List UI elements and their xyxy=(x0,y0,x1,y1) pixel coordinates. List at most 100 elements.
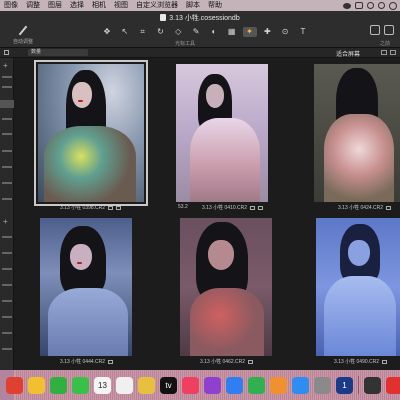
photo-thumbnail[interactable] xyxy=(316,218,400,356)
pages-icon[interactable] xyxy=(270,376,287,394)
menu-item-image[interactable]: 图像 xyxy=(0,0,22,11)
sidebar-item[interactable] xyxy=(2,316,12,318)
sidebar-item[interactable] xyxy=(2,198,12,200)
rating-badge-icon[interactable] xyxy=(108,206,114,210)
finder-icon[interactable] xyxy=(6,376,23,394)
photo-thumbnail[interactable] xyxy=(314,64,400,202)
rating-badge-icon[interactable] xyxy=(382,360,388,364)
notes-icon[interactable] xyxy=(138,376,155,394)
settings-icon[interactable] xyxy=(314,376,331,394)
fullscreen-icon[interactable] xyxy=(390,50,396,55)
photo-thumbnail[interactable] xyxy=(38,64,144,202)
keystone-tool-icon[interactable]: ◇ xyxy=(171,27,185,37)
photo-thumbnail[interactable] xyxy=(176,64,268,202)
dock-separator xyxy=(358,376,359,394)
sidebar-item[interactable] xyxy=(2,284,12,286)
sidebar-item-selected[interactable] xyxy=(0,100,14,108)
sidebar-item[interactable] xyxy=(2,332,12,334)
wechat-icon[interactable] xyxy=(343,2,351,9)
menu-item-layers[interactable]: 图层 xyxy=(44,0,66,11)
auto-adjust-label: 自动调整 xyxy=(12,39,33,45)
dock: 13 tv 1 xyxy=(0,370,400,400)
filmstrip-icon[interactable] xyxy=(381,50,387,55)
thumbnail-cell[interactable]: 3.13 小牲 0398.CR2 xyxy=(34,60,148,212)
sort-select[interactable]: 数量 xyxy=(28,49,88,56)
crop-tool-icon[interactable]: ⌗ xyxy=(136,27,150,37)
menu-item-select[interactable]: 选择 xyxy=(66,0,88,11)
before-after-group xyxy=(370,25,394,35)
sidebar-item[interactable] xyxy=(2,252,12,254)
facetime-icon[interactable] xyxy=(50,376,67,394)
rotate-tool-icon[interactable]: ↻ xyxy=(153,27,167,37)
messages-icon[interactable] xyxy=(72,376,89,394)
photo-thumbnail[interactable] xyxy=(40,218,132,356)
document-title: 3.13 小牲.cosessiondb xyxy=(0,13,400,23)
rating-badge-icon[interactable] xyxy=(108,360,114,364)
calendar-icon[interactable]: 13 xyxy=(94,376,111,394)
rating-badge-icon[interactable] xyxy=(386,206,392,210)
sidebar-item[interactable] xyxy=(2,150,12,152)
ring-icon[interactable] xyxy=(389,1,397,10)
menu-item-custom-browser[interactable]: 自定义浏览器 xyxy=(132,0,182,11)
photo-thumbnail[interactable] xyxy=(180,218,272,356)
sidebar-item[interactable] xyxy=(2,268,12,270)
auto-adjust-button[interactable]: 自动调整 xyxy=(8,25,38,45)
select-tool-icon[interactable]: ↖ xyxy=(118,27,132,37)
appstore-icon[interactable] xyxy=(292,376,309,394)
heal-tool-icon[interactable]: ✚ xyxy=(260,27,274,37)
thumbnail-cell[interactable]: 3.13 小牲 0490.CR2 xyxy=(316,218,400,366)
menu-item-adjust[interactable]: 调整 xyxy=(22,0,44,11)
add-icon[interactable]: + xyxy=(3,62,8,70)
app-window: 图像 调整 图层 选择 相机 视图 自定义浏览器 脚本 帮助 3.13 小牲.c… xyxy=(0,0,400,400)
sidebar-item[interactable] xyxy=(2,133,12,135)
music-icon[interactable] xyxy=(182,376,199,394)
chrome-icon[interactable] xyxy=(28,376,45,394)
control-center-icon[interactable] xyxy=(355,2,363,9)
reminders-icon[interactable] xyxy=(116,376,133,394)
rating-badge-icon[interactable] xyxy=(250,206,256,210)
keynote-icon[interactable] xyxy=(226,376,243,394)
podcasts-icon[interactable] xyxy=(204,376,221,394)
list-view-icon[interactable] xyxy=(4,50,9,55)
sidebar-item[interactable] xyxy=(2,86,12,88)
text-tool-icon[interactable]: T xyxy=(296,27,310,37)
appletv-icon[interactable]: tv xyxy=(160,376,177,394)
menu-item-camera[interactable]: 相机 xyxy=(88,0,110,11)
menu-item-view[interactable]: 视图 xyxy=(110,0,132,11)
numbers-icon[interactable] xyxy=(248,376,265,394)
cursor-tools-label: 光标工具 xyxy=(175,41,196,47)
menu-item-help[interactable]: 帮助 xyxy=(204,0,226,11)
sidebar-item[interactable] xyxy=(2,166,12,168)
gradient-tool-icon[interactable]: ▦ xyxy=(225,27,239,37)
add-icon[interactable]: + xyxy=(3,218,8,226)
thumbnail-cell[interactable]: 3.13 小牲 0424.CR2 xyxy=(314,64,400,212)
before-icon[interactable] xyxy=(370,25,380,35)
eraser-tool-icon[interactable]: ◐ xyxy=(207,27,221,37)
sidebar-item[interactable] xyxy=(2,118,12,120)
sidebar-item[interactable] xyxy=(2,182,12,184)
menu-item-script[interactable]: 脚本 xyxy=(182,0,204,11)
tag-badge-icon[interactable] xyxy=(116,206,122,210)
gear-icon[interactable] xyxy=(378,2,385,9)
sidebar-item[interactable] xyxy=(2,76,12,78)
clone-tool-icon[interactable]: ⊙ xyxy=(278,27,292,37)
thumbnail-cell[interactable]: 3.13 小牲 0462.CR2 xyxy=(180,218,276,366)
brush-tool-icon[interactable]: ✎ xyxy=(189,27,203,37)
onepassword-icon[interactable]: 1 xyxy=(336,376,353,394)
capture-one-icon[interactable] xyxy=(364,376,381,394)
fit-screen-button[interactable]: 适合屏幕 xyxy=(336,49,360,58)
thumbnail-cell[interactable]: 53.2 3.13 小牲 0410.CR2 xyxy=(176,64,272,212)
magic-wand-icon xyxy=(18,25,28,35)
sidebar-item[interactable] xyxy=(2,300,12,302)
user-icon[interactable] xyxy=(367,2,374,9)
rating-badge-icon[interactable] xyxy=(248,360,254,364)
pan-tool-icon[interactable]: ✥ xyxy=(100,27,114,37)
compare-icon[interactable] xyxy=(384,25,394,35)
picker-tool-icon[interactable]: ✦ xyxy=(242,27,257,37)
thumbnail-cell[interactable]: 3.13 小牲 0444.CR2 xyxy=(40,218,146,366)
wps-icon[interactable] xyxy=(386,376,400,394)
tag-badge-icon[interactable] xyxy=(258,206,264,210)
sidebar-item[interactable] xyxy=(2,348,12,350)
browser-grid: 3.13 小牲 0398.CR2 53.2 3.13 小牲 0410.CR2 3… xyxy=(14,58,400,370)
sidebar-item[interactable] xyxy=(2,236,12,238)
